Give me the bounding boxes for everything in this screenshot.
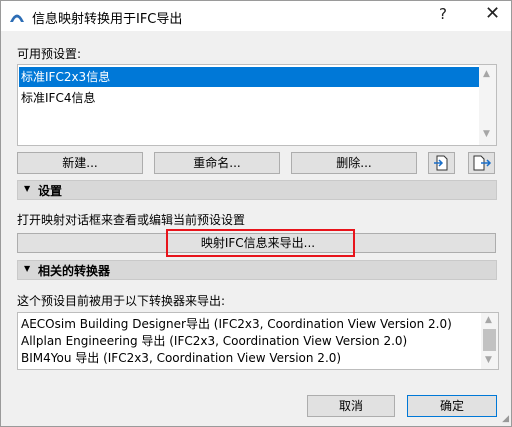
cancel-button[interactable]: 取消 bbox=[307, 395, 395, 417]
converter-item[interactable]: Allplan Engineering 导出 (IFC2x3, Coordina… bbox=[21, 332, 407, 350]
ok-button[interactable]: 确定 bbox=[407, 395, 497, 417]
export-preset-button[interactable] bbox=[468, 152, 495, 174]
import-icon bbox=[434, 155, 448, 171]
collapse-triangle-icon[interactable]: ▼ bbox=[24, 184, 30, 193]
import-preset-button[interactable] bbox=[428, 152, 455, 174]
converter-item[interactable]: AECOsim Building Designer导出 (IFC2x3, Coo… bbox=[21, 315, 452, 333]
rename-preset-button[interactable]: 重命名... bbox=[154, 152, 280, 174]
preset-item-ifc4[interactable]: 标准IFC4信息 bbox=[19, 88, 479, 108]
scroll-down-icon[interactable]: ▼ bbox=[483, 129, 490, 139]
settings-section-header[interactable]: ▼ 设置 bbox=[17, 180, 497, 200]
red-highlight-box bbox=[166, 229, 355, 257]
converters-section-title: 相关的转换器 bbox=[38, 264, 111, 278]
preset-list[interactable]: 标准IFC2x3信息 标准IFC4信息 ▲ ▼ bbox=[17, 64, 497, 146]
scroll-down-icon[interactable]: ▼ bbox=[485, 355, 492, 365]
converter-item[interactable]: BIM4You 导出 (IFC2x3, Coordination View Ve… bbox=[21, 349, 341, 367]
new-preset-button[interactable]: 新建... bbox=[17, 152, 143, 174]
converter-list[interactable]: AECOsim Building Designer导出 (IFC2x3, Coo… bbox=[17, 312, 499, 370]
converter-list-scrollbar[interactable]: ▲ ▼ bbox=[481, 313, 498, 369]
converters-section-header[interactable]: ▼ 相关的转换器 bbox=[17, 260, 497, 280]
preset-item-ifc2x3[interactable]: 标准IFC2x3信息 bbox=[19, 67, 479, 87]
help-button[interactable]: ? bbox=[439, 5, 447, 23]
preset-list-scrollbar[interactable]: ▲ ▼ bbox=[479, 65, 496, 145]
window-title: 信息映射转换用于IFC导出 bbox=[32, 12, 183, 27]
settings-section-title: 设置 bbox=[38, 184, 63, 198]
settings-description: 打开映射对话框来查看或编辑当前预设设置 bbox=[17, 213, 246, 227]
scroll-thumb[interactable] bbox=[483, 329, 496, 351]
resize-grip-icon[interactable]: ◢ bbox=[502, 414, 509, 424]
dialog-window: 信息映射转换用于IFC导出 ? ✕ 可用预设置: 标准IFC2x3信息 标准IF… bbox=[0, 0, 512, 427]
collapse-triangle-icon[interactable]: ▼ bbox=[24, 264, 30, 273]
close-button[interactable]: ✕ bbox=[485, 3, 500, 24]
scroll-up-icon[interactable]: ▲ bbox=[485, 315, 492, 325]
delete-preset-button[interactable]: 删除... bbox=[291, 152, 417, 174]
export-icon bbox=[473, 155, 492, 171]
converters-description: 这个预设目前被用于以下转换器来导出: bbox=[17, 294, 226, 308]
app-logo-icon bbox=[10, 14, 24, 22]
title-bar: 信息映射转换用于IFC导出 ? ✕ bbox=[1, 1, 511, 31]
scroll-up-icon[interactable]: ▲ bbox=[483, 69, 490, 79]
presets-label: 可用预设置: bbox=[17, 47, 82, 61]
